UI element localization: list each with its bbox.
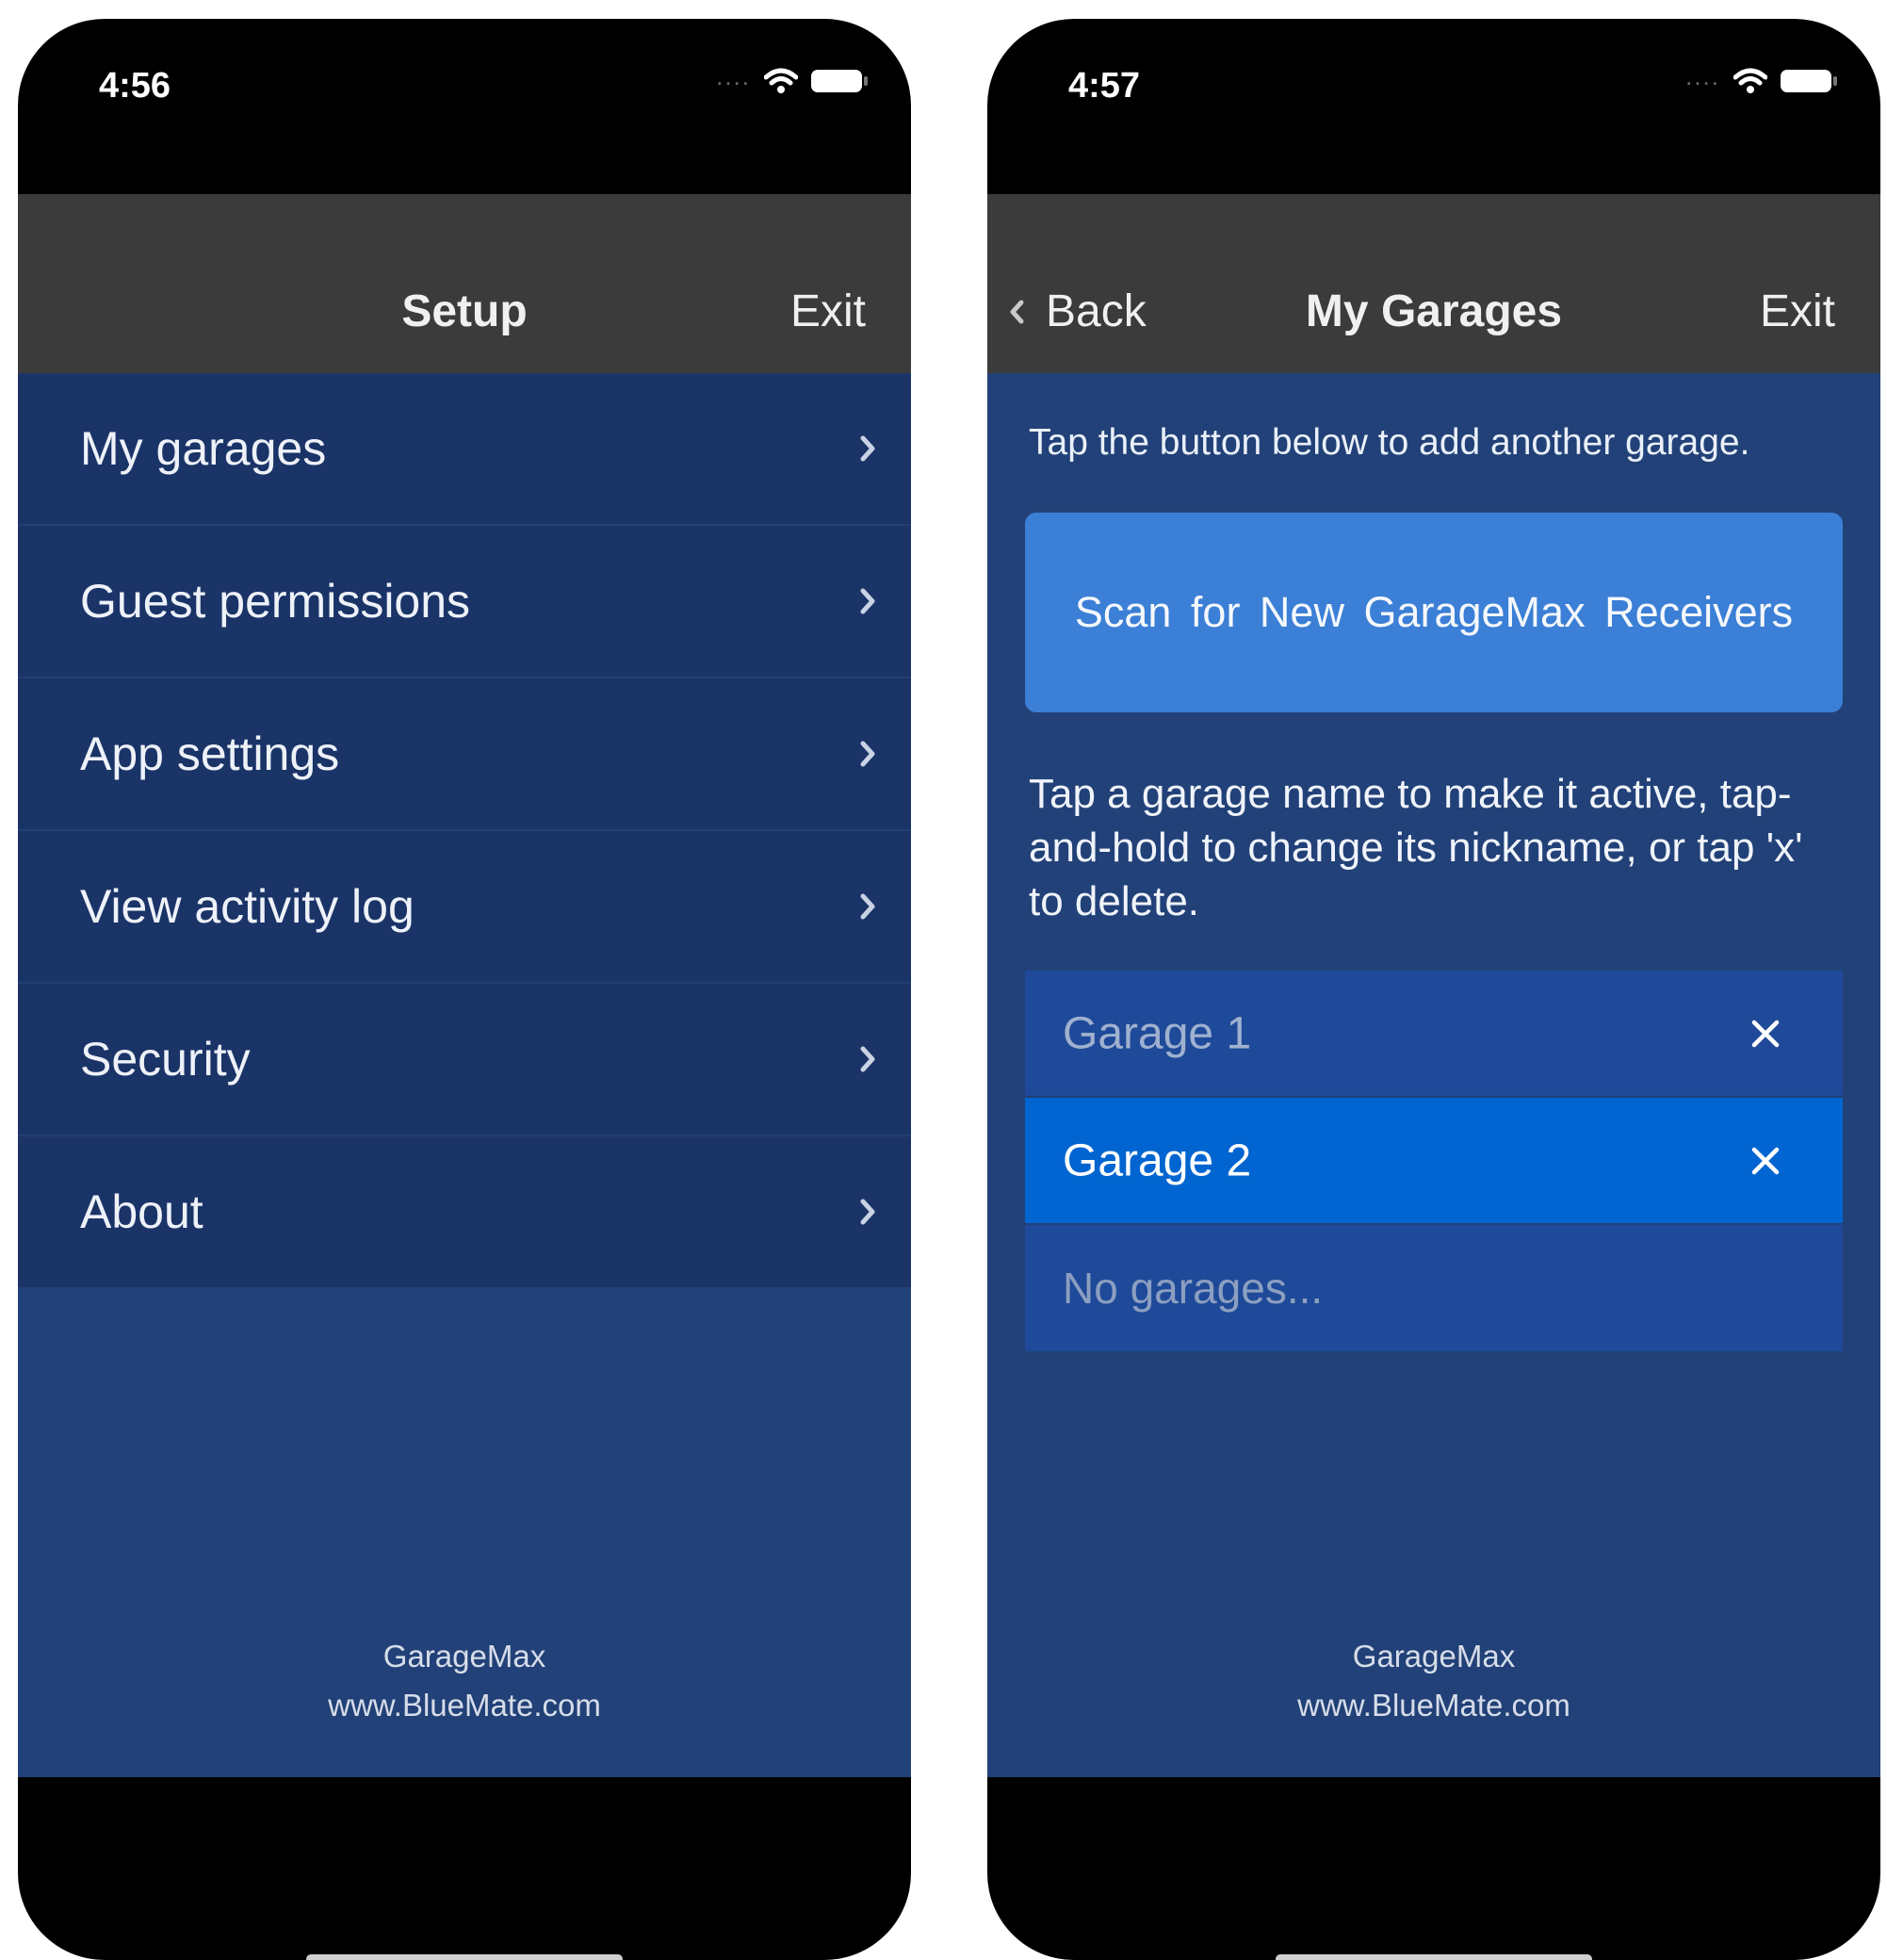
signal-icon: .... (716, 61, 751, 90)
menu-item-label: Security (80, 1033, 251, 1086)
scan-receivers-button[interactable]: Scan for New GarageMax Receivers (1025, 513, 1843, 712)
menu-item-about[interactable]: About (18, 1136, 911, 1289)
footer: GarageMax www.BlueMate.com (18, 1632, 911, 1730)
chevron-right-icon (860, 588, 875, 614)
menu-item-view-activity-log[interactable]: View activity log (18, 831, 911, 984)
garage-name[interactable]: Garage 2 (1063, 1135, 1251, 1186)
empty-garage-row: No garages... (1025, 1225, 1843, 1351)
menu-item-label: Guest permissions (80, 575, 471, 628)
garage-name[interactable]: Garage 1 (1063, 1007, 1251, 1059)
wifi-icon (764, 68, 798, 93)
menu-item-label: View activity log (80, 880, 415, 933)
status-icons: .... (1685, 61, 1837, 100)
phone-setup-screen: 4:56 .... Setup Exit My garages Guest pe… (18, 19, 911, 1960)
chevron-right-icon (860, 1199, 875, 1225)
menu-item-label: App settings (80, 727, 340, 780)
garage-row-garage-2[interactable]: Garage 2 (1025, 1098, 1843, 1223)
my-garages-content: Tap the button below to add another gara… (987, 373, 1880, 1777)
instructions-text: Tap a garage name to make it active, tap… (1029, 771, 1803, 924)
battery-icon (1781, 70, 1837, 92)
exit-button[interactable]: Exit (790, 286, 866, 337)
menu-item-label: My garages (80, 422, 327, 475)
battery-icon (811, 70, 868, 92)
footer-app-name: GarageMax (382, 1639, 546, 1674)
page-title: Setup (401, 286, 528, 336)
nav-bar: Back My Garages Exit (987, 194, 1880, 373)
menu-item-guest-permissions[interactable]: Guest permissions (18, 526, 911, 678)
chevron-right-icon (860, 893, 875, 920)
footer-app-name: GarageMax (1352, 1639, 1516, 1674)
empty-placeholder-text: No garages... (1063, 1264, 1324, 1313)
home-indicator (306, 1954, 623, 1960)
status-time: 4:57 (1068, 66, 1141, 106)
close-icon[interactable] (1747, 1015, 1784, 1053)
chevron-right-icon (860, 435, 875, 462)
chevron-right-icon (860, 741, 875, 767)
footer: GarageMax www.BlueMate.com (987, 1632, 1880, 1730)
garage-row-garage-1[interactable]: Garage 1 (1025, 971, 1843, 1096)
menu-item-my-garages[interactable]: My garages (18, 373, 911, 526)
nav-bar: Setup Exit (18, 194, 911, 373)
footer-website-link[interactable]: www.BlueMate.com (987, 1681, 1880, 1730)
menu-item-label: About (80, 1185, 203, 1238)
status-icons: .... (716, 61, 868, 100)
page-title: My Garages (1305, 286, 1563, 336)
setup-content: My garages Guest permissions App setting… (18, 373, 911, 1777)
home-indicator (1276, 1954, 1592, 1960)
phone-my-garages-screen: 4:57 .... Back My Garages Exit Tap the b… (987, 19, 1880, 1960)
chevron-right-icon (860, 1046, 875, 1072)
garage-list: Garage 1 Garage 2 No garages... (1025, 971, 1843, 1351)
footer-website-link[interactable]: www.BlueMate.com (18, 1681, 911, 1730)
menu-item-security[interactable]: Security (18, 984, 911, 1136)
exit-button[interactable]: Exit (1760, 286, 1835, 337)
signal-icon: .... (1685, 61, 1720, 90)
menu-item-app-settings[interactable]: App settings (18, 678, 911, 831)
close-icon[interactable] (1747, 1142, 1784, 1180)
intro-text: Tap the button below to add another gara… (1029, 422, 1750, 463)
status-time: 4:56 (99, 66, 171, 106)
wifi-icon (1733, 68, 1767, 93)
